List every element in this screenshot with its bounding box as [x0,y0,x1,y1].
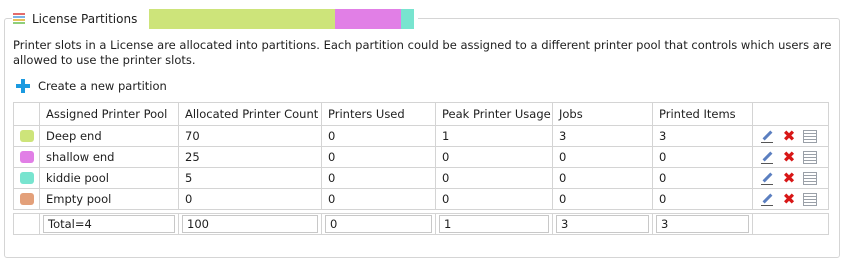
details-icon[interactable] [803,171,817,185]
header-allocated-count[interactable]: Allocated Printer Count [178,102,322,126]
cell-peak: 0 [435,188,553,210]
partition-bar-segment [149,9,335,29]
cell-items: 0 [652,146,753,168]
cell-items: 3 [652,125,753,147]
cell-pool: kiddie pool [39,167,179,189]
cell-allocated: 70 [178,125,322,147]
pool-color-swatch [19,172,34,184]
partition-bar-segment [334,9,402,29]
cell-jobs: 0 [552,167,653,189]
header-assigned-pool[interactable]: Assigned Printer Pool [39,102,179,126]
edit-icon[interactable] [759,191,775,207]
total-used: 0 [325,215,432,233]
edit-icon[interactable] [759,128,775,144]
color-swatch-cell [13,125,40,147]
cell-peak: 0 [435,167,553,189]
row-actions: ✖ [752,167,829,189]
cell-pool: Empty pool [39,188,179,210]
group-title: License Partitions [32,12,138,26]
pool-color-swatch [19,193,34,205]
color-swatch-cell [13,188,40,210]
cell-used: 0 [321,188,436,210]
header-peak-usage[interactable]: Peak Printer Usage [435,102,553,126]
table-row[interactable]: Deep end 70 0 1 3 3 ✖ [13,125,829,147]
total-pool-count: Total=4 [43,215,175,233]
cell-items: 0 [652,167,753,189]
row-actions: ✖ [752,125,829,147]
totals-row: Total=4 100 0 1 3 3 [13,213,829,235]
delete-icon[interactable]: ✖ [781,149,797,165]
delete-icon[interactable]: ✖ [781,170,797,186]
color-swatch-cell [13,146,40,168]
cell-peak: 1 [435,125,553,147]
cell-jobs: 3 [552,125,653,147]
pool-color-swatch [19,151,34,163]
description-text: Printer slots in a License are allocated… [13,38,832,67]
total-jobs: 3 [556,215,649,233]
cell-peak: 0 [435,146,553,168]
total-items: 3 [656,215,749,233]
cell-pool: Deep end [39,125,179,147]
total-peak: 1 [439,215,549,233]
totals-actions-cell [752,213,829,235]
cell-allocated: 0 [178,188,322,210]
header-actions [752,102,829,126]
delete-icon[interactable]: ✖ [781,128,797,144]
partition-bar-segment [401,9,415,29]
table-row[interactable]: shallow end 25 0 0 0 0 ✖ [13,146,829,168]
table-header-row: Assigned Printer Pool Allocated Printer … [13,102,829,126]
group-header: License Partitions [12,8,419,30]
row-actions: ✖ [752,188,829,210]
table-row[interactable]: kiddie pool 5 0 0 0 0 ✖ [13,167,829,189]
cell-jobs: 0 [552,188,653,210]
cell-used: 0 [321,146,436,168]
header-jobs[interactable]: Jobs [552,102,653,126]
pool-color-swatch [19,130,34,142]
total-allocated: 100 [182,215,318,233]
plus-icon [16,79,30,93]
edit-icon[interactable] [759,170,775,186]
partition-usage-bar [149,9,415,29]
details-icon[interactable] [803,129,817,143]
header-printed-items[interactable]: Printed Items [652,102,753,126]
row-actions: ✖ [752,146,829,168]
delete-icon[interactable]: ✖ [781,191,797,207]
table-row[interactable]: Empty pool 0 0 0 0 0 ✖ [13,188,829,210]
totals-color-cell [13,213,40,235]
partitions-icon [12,12,26,26]
cell-allocated: 5 [178,167,322,189]
create-partition-button[interactable]: Create a new partition [16,79,167,93]
color-swatch-cell [13,167,40,189]
details-icon[interactable] [803,150,817,164]
cell-allocated: 25 [178,146,322,168]
header-color-cell [13,102,40,126]
edit-icon[interactable] [759,149,775,165]
cell-used: 0 [321,125,436,147]
cell-pool: shallow end [39,146,179,168]
cell-used: 0 [321,167,436,189]
cell-items: 0 [652,188,753,210]
details-icon[interactable] [803,192,817,206]
partitions-table: Assigned Printer Pool Allocated Printer … [13,102,829,235]
cell-jobs: 0 [552,146,653,168]
create-partition-label: Create a new partition [38,79,167,93]
header-printers-used[interactable]: Printers Used [321,102,436,126]
